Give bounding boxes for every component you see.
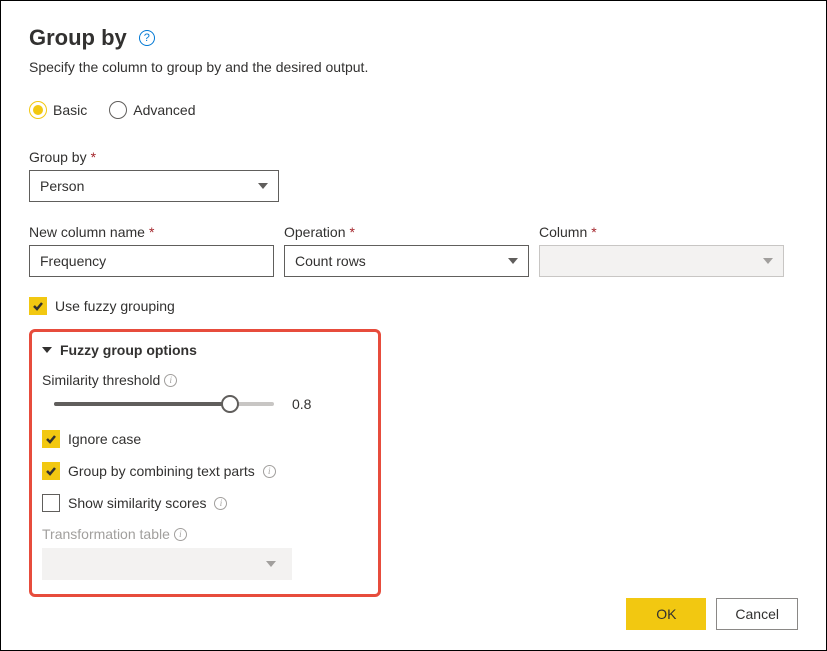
transform-table-label: Transformation table i — [42, 526, 366, 542]
transform-table-dropdown — [42, 548, 292, 580]
radio-basic-label: Basic — [53, 102, 87, 118]
group-by-dropdown[interactable]: Person — [29, 170, 279, 202]
similarity-slider[interactable] — [54, 402, 274, 406]
fuzzy-options-highlight: Fuzzy group options Similarity threshold… — [29, 329, 381, 597]
checkbox-icon — [42, 430, 60, 448]
chevron-down-icon — [258, 183, 268, 189]
slider-thumb[interactable] — [221, 395, 239, 413]
show-scores-checkbox[interactable]: Show similarity scores i — [42, 494, 366, 512]
group-by-label: Group by* — [29, 149, 798, 165]
use-fuzzy-label: Use fuzzy grouping — [55, 298, 175, 314]
checkbox-icon — [42, 494, 60, 512]
ignore-case-checkbox[interactable]: Ignore case — [42, 430, 366, 448]
similarity-value: 0.8 — [292, 396, 311, 412]
slider-fill — [54, 402, 230, 406]
new-column-label: New column name* — [29, 224, 274, 240]
fuzzy-section-toggle[interactable]: Fuzzy group options — [42, 342, 366, 358]
help-icon[interactable]: ? — [139, 30, 155, 46]
chevron-down-icon — [763, 258, 773, 264]
fuzzy-section-title: Fuzzy group options — [60, 342, 197, 358]
operation-value: Count rows — [295, 253, 366, 269]
column-label: Column* — [539, 224, 784, 240]
combine-parts-checkbox[interactable]: Group by combining text parts i — [42, 462, 366, 480]
operation-label: Operation* — [284, 224, 529, 240]
info-icon[interactable]: i — [263, 465, 276, 478]
group-by-dialog: Group by ? Specify the column to group b… — [0, 0, 827, 651]
chevron-down-icon — [508, 258, 518, 264]
radio-advanced-label: Advanced — [133, 102, 195, 118]
checkbox-icon — [29, 297, 47, 315]
info-icon[interactable]: i — [214, 497, 227, 510]
checkbox-icon — [42, 462, 60, 480]
group-by-value: Person — [40, 178, 84, 194]
dialog-subtitle: Specify the column to group by and the d… — [29, 59, 798, 75]
radio-icon — [109, 101, 127, 119]
ok-button[interactable]: OK — [626, 598, 706, 630]
use-fuzzy-checkbox[interactable]: Use fuzzy grouping — [29, 297, 798, 315]
info-icon[interactable]: i — [174, 528, 187, 541]
radio-icon — [29, 101, 47, 119]
new-column-input[interactable] — [29, 245, 274, 277]
cancel-button[interactable]: Cancel — [716, 598, 798, 630]
chevron-down-icon — [266, 561, 276, 567]
column-dropdown — [539, 245, 784, 277]
radio-basic[interactable]: Basic — [29, 101, 87, 119]
info-icon[interactable]: i — [164, 374, 177, 387]
dialog-title: Group by — [29, 25, 127, 51]
similarity-label: Similarity threshold i — [42, 372, 366, 388]
combine-parts-label: Group by combining text parts — [68, 463, 255, 479]
operation-dropdown[interactable]: Count rows — [284, 245, 529, 277]
chevron-down-icon — [42, 347, 52, 353]
radio-advanced[interactable]: Advanced — [109, 101, 195, 119]
ignore-case-label: Ignore case — [68, 431, 141, 447]
show-scores-label: Show similarity scores — [68, 495, 206, 511]
